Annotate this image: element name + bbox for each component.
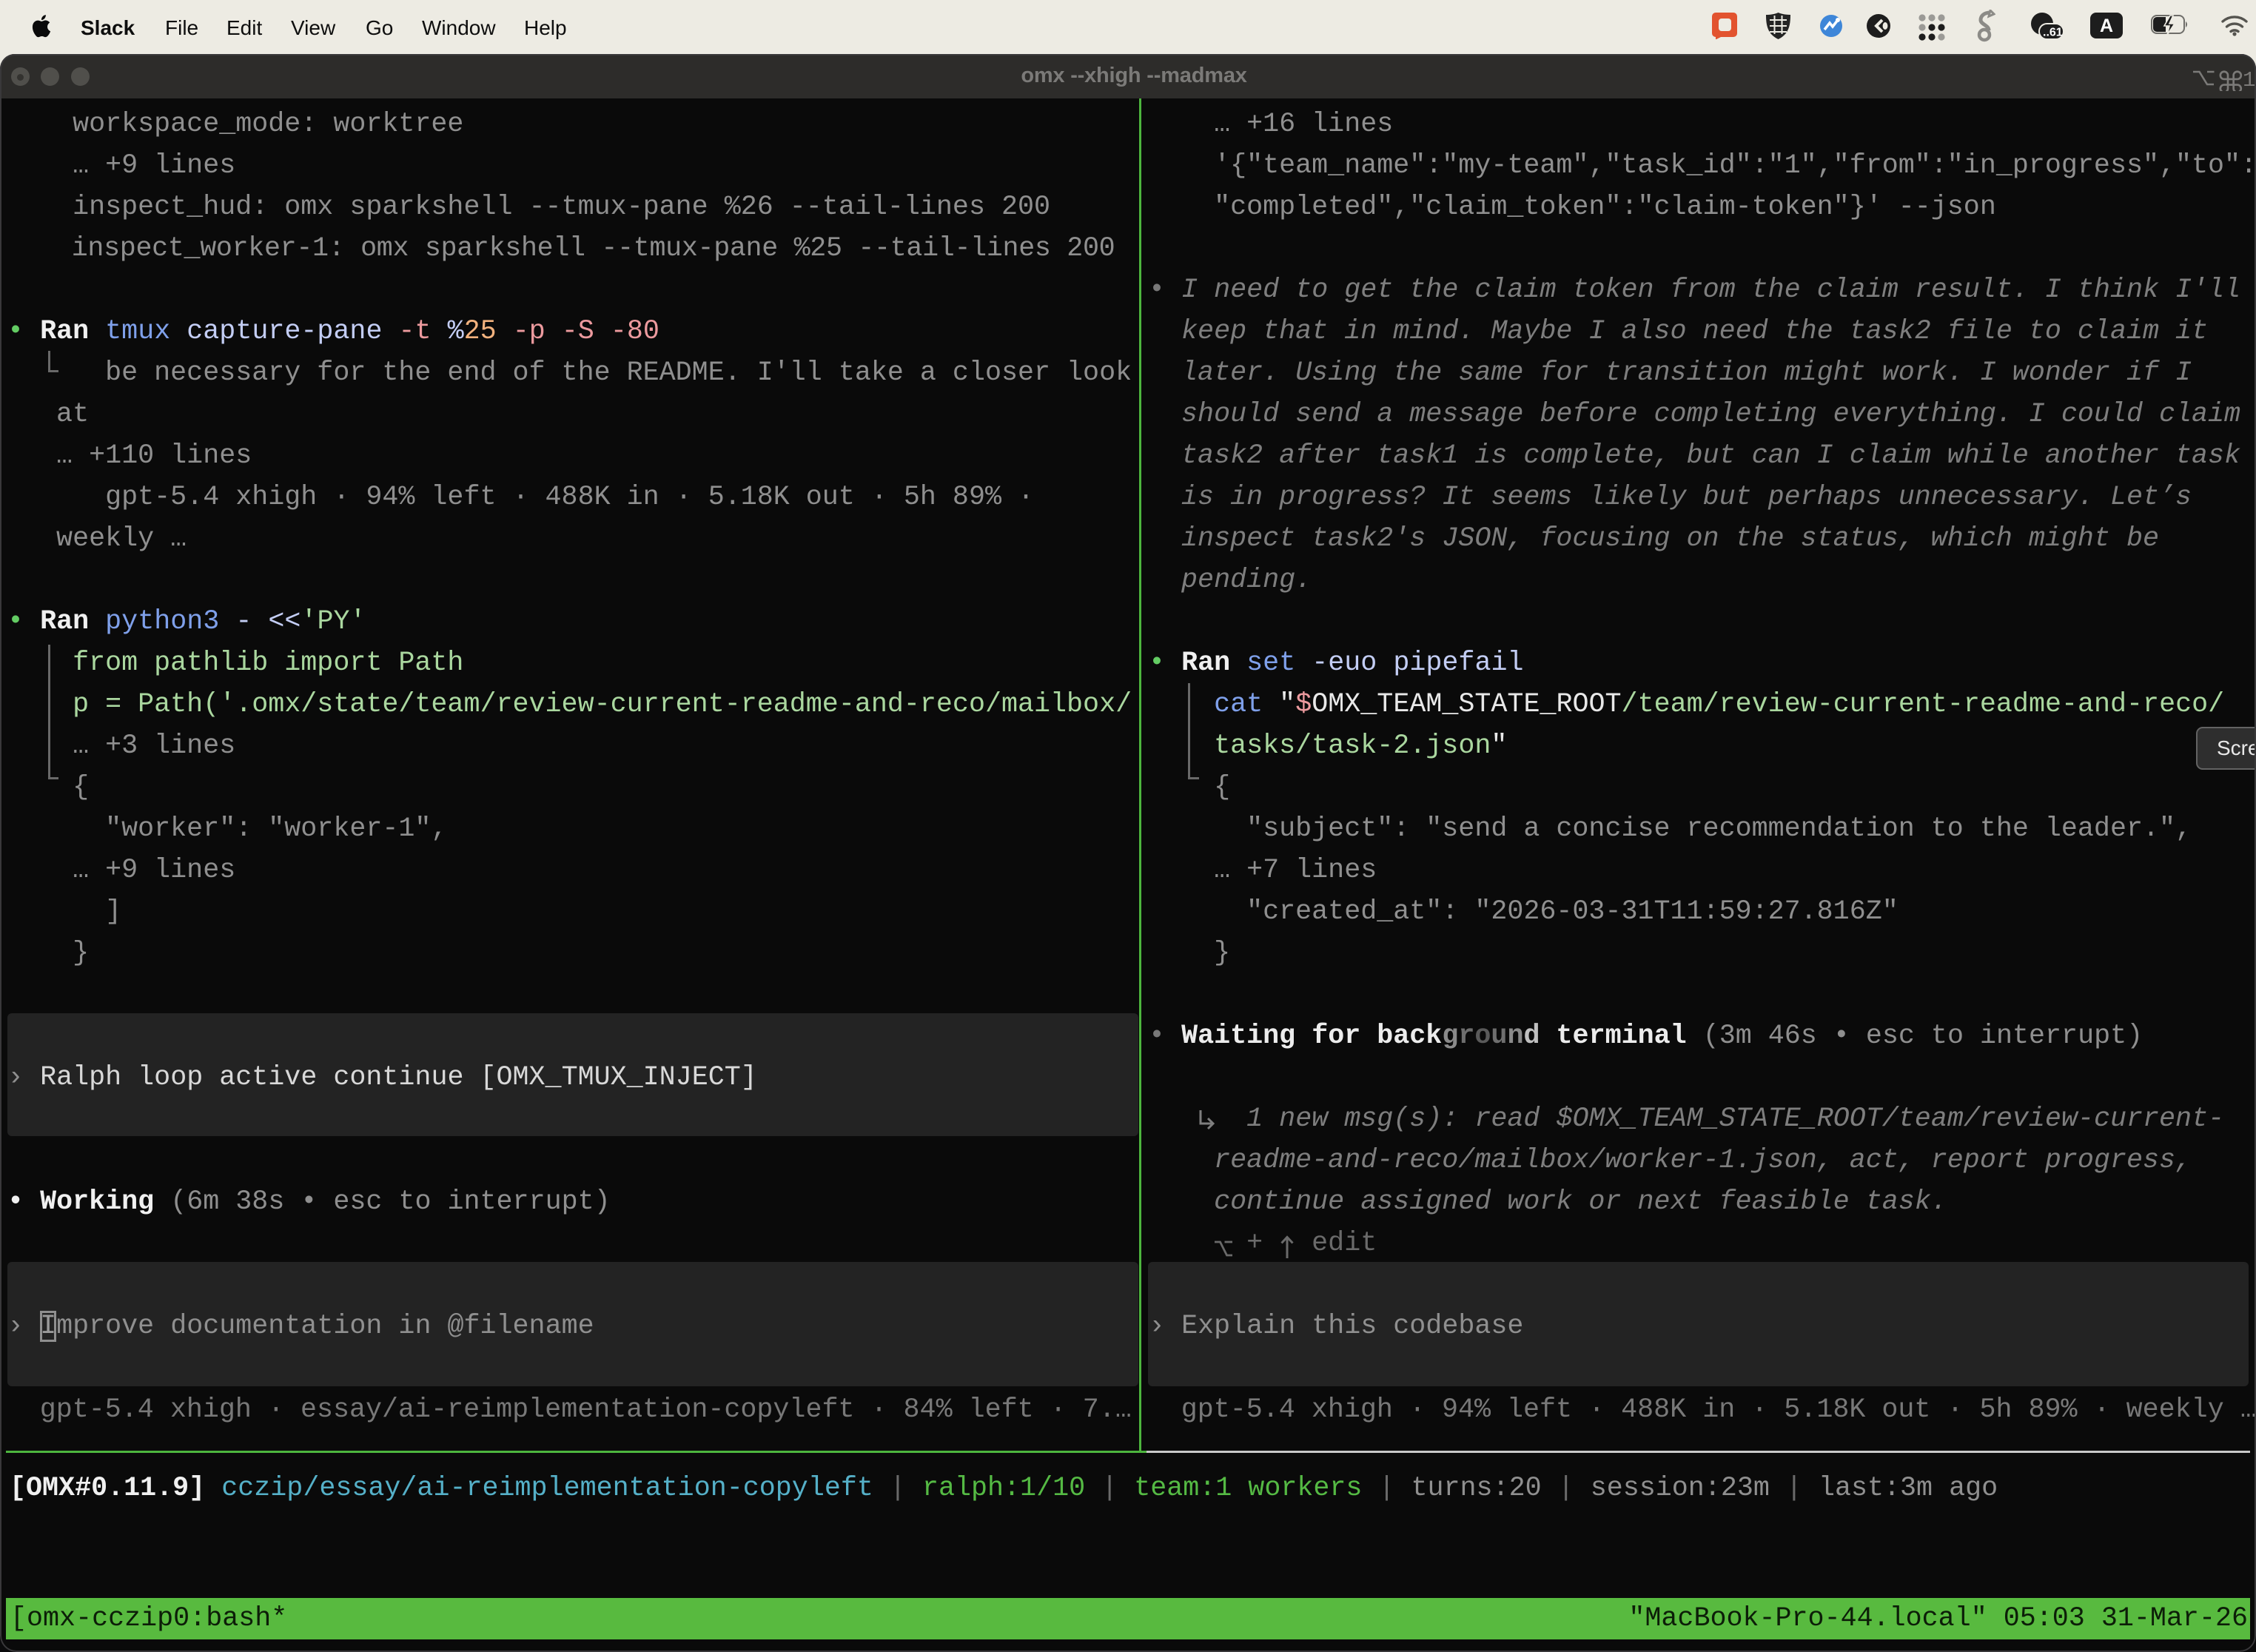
svg-text:..61: ..61 — [2043, 27, 2063, 39]
svg-text:A: A — [2100, 16, 2113, 36]
